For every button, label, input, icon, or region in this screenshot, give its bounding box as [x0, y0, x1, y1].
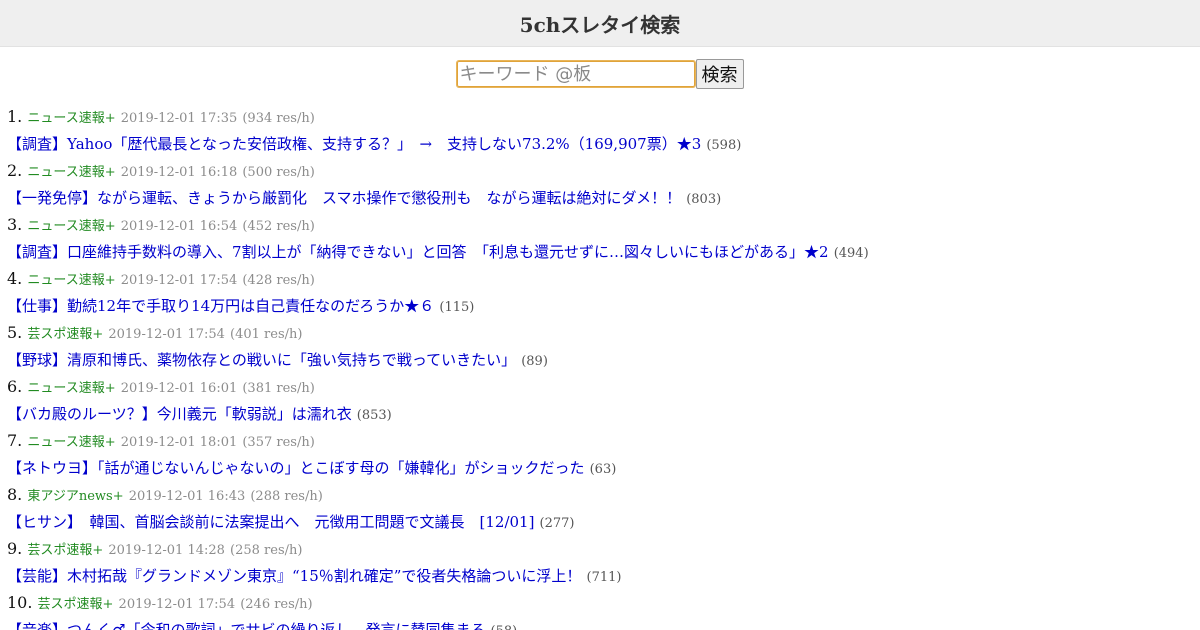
thread-title-row: 【ネトウヨ】「話が通じないんじゃないの」とこぼす母の「嫌韓化」がショックだった …: [7, 454, 1200, 481]
thread-meta: 8. 東アジアnews+ 2019-12-01 16:43 (288 res/h…: [7, 481, 1200, 508]
thread-date: 2019-12-01 18:01: [120, 435, 238, 450]
rank-number: 4.: [7, 269, 23, 288]
post-rate: (357 res/h): [242, 435, 315, 450]
post-rate: (452 res/h): [242, 219, 315, 234]
thread-date: 2019-12-01 16:43: [128, 489, 246, 504]
thread-title-link[interactable]: 【一発免停】ながら運転、きょうから厳罰化 スマホ操作で懲役刑も ながら運転は絶対…: [7, 189, 681, 207]
board-link[interactable]: 芸スポ速報+: [27, 543, 103, 558]
board-link[interactable]: ニュース速報+: [27, 111, 115, 126]
list-item: 10. 芸スポ速報+ 2019-12-01 17:54 (246 res/h) 【…: [7, 589, 1200, 630]
search-bar: 検索: [0, 59, 1200, 89]
thread-title-link[interactable]: 【ヒサン】 韓国、首脳会談前に法案提出へ 元徴用工問題で文議長 [12/01]: [7, 513, 534, 531]
rank-number: 6.: [7, 377, 23, 396]
thread-date: 2019-12-01 16:18: [120, 165, 238, 180]
board-link[interactable]: 芸スポ速報+: [27, 327, 103, 342]
thread-title-row: 【音楽】つんく♂「令和の歌詞」でサビの繰り返し 発言に賛同集まる (58): [7, 616, 1200, 630]
response-count: (115): [439, 300, 475, 315]
rank-number: 10.: [7, 593, 33, 612]
thread-date: 2019-12-01 14:28: [108, 543, 225, 558]
list-item: 5. 芸スポ速報+ 2019-12-01 17:54 (401 res/h) 【野…: [7, 319, 1200, 373]
list-item: 6. ニュース速報+ 2019-12-01 16:01 (381 res/h) 【…: [7, 373, 1200, 427]
thread-date: 2019-12-01 17:54: [108, 327, 225, 342]
rank-number: 7.: [7, 431, 23, 450]
board-link[interactable]: ニュース速報+: [27, 435, 115, 450]
thread-title-link[interactable]: 【野球】清原和博氏、薬物依存との戦いに「強い気持ちで戦っていきたい」: [7, 351, 516, 369]
post-rate: (246 res/h): [240, 597, 313, 612]
thread-title-link[interactable]: 【調査】口座維持手数料の導入、7割以上が「納得できない」と回答 「利息も還元せず…: [7, 243, 829, 261]
list-item: 9. 芸スポ速報+ 2019-12-01 14:28 (258 res/h) 【芸…: [7, 535, 1200, 589]
post-rate: (934 res/h): [242, 111, 315, 126]
response-count: (711): [586, 570, 622, 585]
thread-meta: 1. ニュース速報+ 2019-12-01 17:35 (934 res/h): [7, 103, 1200, 130]
rank-number: 2.: [7, 161, 23, 180]
thread-title-row: 【仕事】勤続12年で手取り14万円は自己責任なのだろうか★６ (115): [7, 292, 1200, 319]
list-item: 8. 東アジアnews+ 2019-12-01 16:43 (288 res/h…: [7, 481, 1200, 535]
search-input[interactable]: [455, 60, 696, 88]
thread-title-link[interactable]: 【バカ殿のルーツ？】今川義元「軟弱説」は濡れ衣: [7, 405, 352, 423]
board-link[interactable]: ニュース速報+: [27, 219, 115, 234]
thread-date: 2019-12-01 16:01: [120, 381, 238, 396]
post-rate: (500 res/h): [242, 165, 315, 180]
thread-meta: 6. ニュース速報+ 2019-12-01 16:01 (381 res/h): [7, 373, 1200, 400]
post-rate: (288 res/h): [250, 489, 323, 504]
rank-number: 1.: [7, 107, 23, 126]
board-link[interactable]: ニュース速報+: [27, 273, 115, 288]
list-item: 1. ニュース速報+ 2019-12-01 17:35 (934 res/h) 【…: [7, 103, 1200, 157]
thread-title-row: 【バカ殿のルーツ？】今川義元「軟弱説」は濡れ衣 (853): [7, 400, 1200, 427]
thread-title-row: 【ヒサン】 韓国、首脳会談前に法案提出へ 元徴用工問題で文議長 [12/01] …: [7, 508, 1200, 535]
thread-title-link[interactable]: 【調査】Yahoo「歴代最長となった安倍政権、支持する？」 → 支持しない73.…: [7, 135, 701, 153]
thread-title-row: 【芸能】木村拓哉『グランドメゾン東京』“15％割れ確定”で役者失格論ついに浮上！…: [7, 562, 1200, 589]
list-item: 7. ニュース速報+ 2019-12-01 18:01 (357 res/h) 【…: [7, 427, 1200, 481]
list-item: 4. ニュース速報+ 2019-12-01 17:54 (428 res/h) 【…: [7, 265, 1200, 319]
response-count: (803): [686, 192, 722, 207]
thread-date: 2019-12-01 17:35: [120, 111, 238, 126]
thread-list: 1. ニュース速報+ 2019-12-01 17:35 (934 res/h) 【…: [0, 103, 1200, 630]
thread-meta: 9. 芸スポ速報+ 2019-12-01 14:28 (258 res/h): [7, 535, 1200, 562]
post-rate: (381 res/h): [242, 381, 315, 396]
thread-title-row: 【調査】口座維持手数料の導入、7割以上が「納得できない」と回答 「利息も還元せず…: [7, 238, 1200, 265]
board-link[interactable]: 東アジアnews+: [27, 489, 123, 504]
thread-meta: 3. ニュース速報+ 2019-12-01 16:54 (452 res/h): [7, 211, 1200, 238]
thread-date: 2019-12-01 16:54: [120, 219, 238, 234]
thread-title-link[interactable]: 【仕事】勤続12年で手取り14万円は自己責任なのだろうか★６: [7, 297, 434, 315]
search-button[interactable]: 検索: [695, 59, 744, 89]
response-count: (63): [589, 462, 617, 477]
response-count: (277): [539, 516, 575, 531]
post-rate: (401 res/h): [230, 327, 303, 342]
thread-title-row: 【調査】Yahoo「歴代最長となった安倍政権、支持する？」 → 支持しない73.…: [7, 130, 1200, 157]
response-count: (494): [833, 246, 869, 261]
response-count: (853): [356, 408, 392, 423]
post-rate: (258 res/h): [230, 543, 303, 558]
thread-meta: 5. 芸スポ速報+ 2019-12-01 17:54 (401 res/h): [7, 319, 1200, 346]
response-count: (58): [491, 624, 518, 630]
response-count: (89): [521, 354, 548, 369]
thread-date: 2019-12-01 17:54: [118, 597, 236, 612]
post-rate: (428 res/h): [242, 273, 315, 288]
thread-title-row: 【一発免停】ながら運転、きょうから厳罰化 スマホ操作で懲役刑も ながら運転は絶対…: [7, 184, 1200, 211]
list-item: 3. ニュース速報+ 2019-12-01 16:54 (452 res/h) 【…: [7, 211, 1200, 265]
thread-date: 2019-12-01 17:54: [120, 273, 238, 288]
thread-meta: 2. ニュース速報+ 2019-12-01 16:18 (500 res/h): [7, 157, 1200, 184]
thread-title-link[interactable]: 【ネトウヨ】「話が通じないんじゃないの」とこぼす母の「嫌韓化」がショックだった: [7, 459, 585, 477]
thread-meta: 7. ニュース速報+ 2019-12-01 18:01 (357 res/h): [7, 427, 1200, 454]
thread-title-link[interactable]: 【音楽】つんく♂「令和の歌詞」でサビの繰り返し 発言に賛同集まる: [7, 621, 485, 630]
rank-number: 8.: [7, 485, 23, 504]
board-link[interactable]: ニュース速報+: [27, 381, 115, 396]
thread-title-row: 【野球】清原和博氏、薬物依存との戦いに「強い気持ちで戦っていきたい」 (89): [7, 346, 1200, 373]
board-link[interactable]: 芸スポ速報+: [38, 597, 114, 612]
page-title: 5chスレタイ検索: [519, 12, 681, 37]
rank-number: 5.: [7, 323, 23, 342]
rank-number: 3.: [7, 215, 23, 234]
response-count: (598): [706, 138, 742, 153]
board-link[interactable]: ニュース速報+: [27, 165, 115, 180]
rank-number: 9.: [7, 539, 23, 558]
page-header: 5chスレタイ検索: [0, 0, 1200, 47]
thread-title-link[interactable]: 【芸能】木村拓哉『グランドメゾン東京』“15％割れ確定”で役者失格論ついに浮上！: [7, 567, 581, 585]
list-item: 2. ニュース速報+ 2019-12-01 16:18 (500 res/h) 【…: [7, 157, 1200, 211]
thread-meta: 4. ニュース速報+ 2019-12-01 17:54 (428 res/h): [7, 265, 1200, 292]
thread-meta: 10. 芸スポ速報+ 2019-12-01 17:54 (246 res/h): [7, 589, 1200, 616]
